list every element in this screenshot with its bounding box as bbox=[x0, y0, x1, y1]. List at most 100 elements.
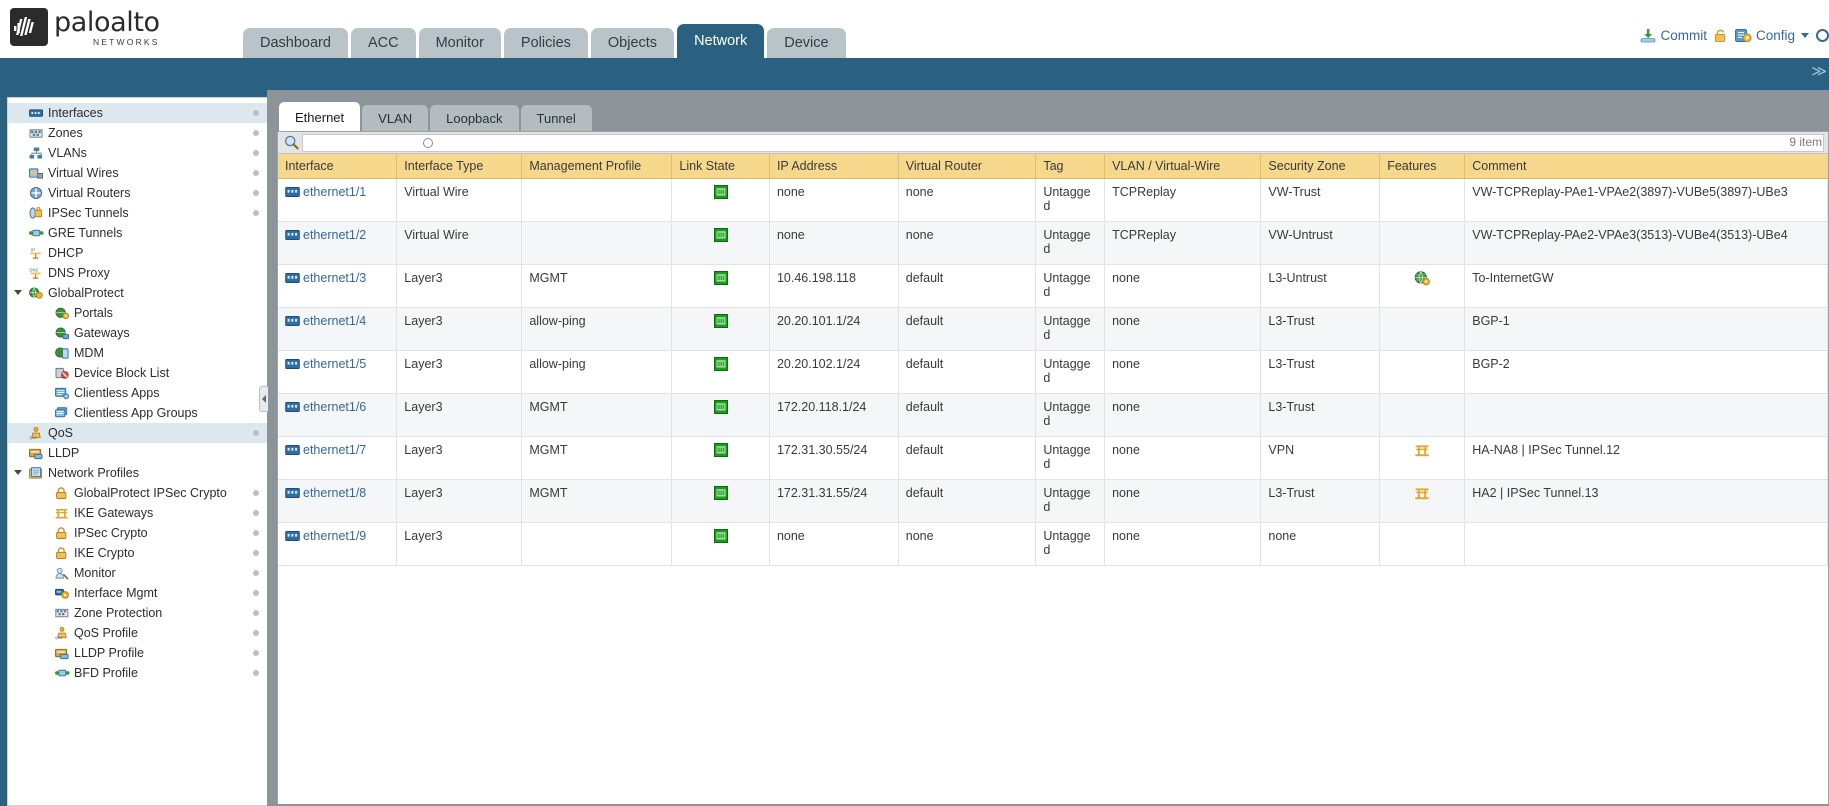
cell-interface[interactable]: ethernet1/2 bbox=[278, 222, 397, 265]
sidebar-item-ike-gateways[interactable]: IKE Gateways bbox=[8, 503, 267, 523]
table-row[interactable]: ethernet1/5Layer3allow-ping20.20.102.1/2… bbox=[278, 351, 1828, 394]
interface-link[interactable]: ethernet1/5 bbox=[303, 357, 366, 371]
sidebar-item-clientless-apps[interactable]: Clientless Apps bbox=[8, 383, 267, 403]
cell-interface[interactable]: ethernet1/7 bbox=[278, 437, 397, 480]
lock-button[interactable] bbox=[1714, 28, 1728, 43]
interface-link[interactable]: ethernet1/2 bbox=[303, 228, 366, 242]
sidebar-item-globalprotect-ipsec-crypto[interactable]: GlobalProtect IPSec Crypto bbox=[8, 483, 267, 503]
tab-tunnel[interactable]: Tunnel bbox=[521, 105, 592, 131]
sidebar-item-lldp-profile[interactable]: LLDP Profile bbox=[8, 643, 267, 663]
interfaces-table-scroll[interactable]: InterfaceInterface TypeManagement Profil… bbox=[278, 154, 1828, 803]
interface-link[interactable]: ethernet1/3 bbox=[303, 271, 366, 285]
column-header-vlan-virtual-wire[interactable]: VLAN / Virtual-Wire bbox=[1105, 154, 1261, 179]
table-row[interactable]: ethernet1/7Layer3MGMT172.31.30.55/24defa… bbox=[278, 437, 1828, 480]
sidebar-item-bfd-profile[interactable]: BFD Profile bbox=[8, 663, 267, 683]
sidebar-item-status-dot bbox=[253, 570, 259, 576]
column-header-comment[interactable]: Comment bbox=[1465, 154, 1828, 179]
search-input[interactable] bbox=[302, 134, 1824, 152]
column-header-management-profile[interactable]: Management Profile bbox=[522, 154, 672, 179]
interface-link[interactable]: ethernet1/1 bbox=[303, 185, 366, 199]
sidebar-item-monitor[interactable]: Monitor bbox=[8, 563, 267, 583]
nav-tab-dashboard[interactable]: Dashboard bbox=[243, 28, 348, 58]
cell-interface[interactable]: ethernet1/9 bbox=[278, 523, 397, 566]
column-header-virtual-router[interactable]: Virtual Router bbox=[898, 154, 1036, 179]
table-row[interactable]: ethernet1/6Layer3MGMT172.20.118.1/24defa… bbox=[278, 394, 1828, 437]
sidebar-item-dhcp[interactable]: IPDHCP bbox=[8, 243, 267, 263]
table-row[interactable]: ethernet1/2Virtual WirenonenoneUntaggedT… bbox=[278, 222, 1828, 265]
cell-security-zone: L3-Trust bbox=[1261, 480, 1380, 523]
table-row[interactable]: ethernet1/3Layer3MGMT10.46.198.118defaul… bbox=[278, 265, 1828, 308]
column-header-features[interactable]: Features bbox=[1380, 154, 1465, 179]
sidebar-item-globalprotect[interactable]: GlobalProtect bbox=[8, 283, 267, 303]
sidebar-item-interfaces[interactable]: Interfaces bbox=[8, 103, 267, 123]
table-row[interactable]: ethernet1/8Layer3MGMT172.31.31.55/24defa… bbox=[278, 480, 1828, 523]
sidebar-item-label: DHCP bbox=[48, 246, 83, 260]
cell-interface[interactable]: ethernet1/1 bbox=[278, 179, 397, 222]
interface-link[interactable]: ethernet1/4 bbox=[303, 314, 366, 328]
tab-vlan[interactable]: VLAN bbox=[362, 105, 428, 131]
sidebar-item-gateways[interactable]: Gateways bbox=[8, 323, 267, 343]
sidebar-item-dns-proxy[interactable]: DNSDNS Proxy bbox=[8, 263, 267, 283]
cell-interface[interactable]: ethernet1/6 bbox=[278, 394, 397, 437]
table-row[interactable]: ethernet1/9Layer3nonenoneUntaggednonenon… bbox=[278, 523, 1828, 566]
tab-loopback[interactable]: Loopback bbox=[430, 105, 518, 131]
interface-link[interactable]: ethernet1/7 bbox=[303, 443, 366, 457]
column-header-interface-type[interactable]: Interface Type bbox=[397, 154, 522, 179]
sidebar-item-zone-protection[interactable]: Zone Protection bbox=[8, 603, 267, 623]
sidebar-item-ipsec-crypto[interactable]: IPSec Crypto bbox=[8, 523, 267, 543]
chevron-down-icon[interactable] bbox=[14, 470, 22, 479]
sidebar-item-lldp[interactable]: LLDP bbox=[8, 443, 267, 463]
config-dropdown[interactable]: Config bbox=[1735, 28, 1809, 43]
table-row[interactable]: ethernet1/1Virtual WirenonenoneUntaggedT… bbox=[278, 179, 1828, 222]
sidebar-item-vlans[interactable]: VLANs bbox=[8, 143, 267, 163]
commit-button[interactable]: Commit bbox=[1640, 28, 1707, 43]
cell-management-profile bbox=[522, 523, 672, 566]
sidebar-item-gre-tunnels[interactable]: GRE Tunnels bbox=[8, 223, 267, 243]
sidebar-item-interface-mgmt[interactable]: Interface Mgmt bbox=[8, 583, 267, 603]
cell-comment bbox=[1465, 394, 1828, 437]
sidebar-item-ike-crypto[interactable]: IKE Crypto bbox=[8, 543, 267, 563]
cell-features bbox=[1380, 179, 1465, 222]
column-header-ip-address[interactable]: IP Address bbox=[769, 154, 898, 179]
column-header-link-state[interactable]: Link State bbox=[672, 154, 770, 179]
sidebar-item-network-profiles[interactable]: Network Profiles bbox=[8, 463, 267, 483]
cell-features bbox=[1380, 480, 1465, 523]
cell-vlan-virtual-wire: TCPReplay bbox=[1105, 222, 1261, 265]
sidebar-item-virtual-wires[interactable]: Virtual Wires bbox=[8, 163, 267, 183]
interface-link[interactable]: ethernet1/6 bbox=[303, 400, 366, 414]
cell-interface[interactable]: ethernet1/3 bbox=[278, 265, 397, 308]
nav-tab-objects[interactable]: Objects bbox=[591, 28, 674, 58]
nav-tab-monitor[interactable]: Monitor bbox=[419, 28, 501, 58]
link-state-up-icon bbox=[714, 529, 728, 543]
sidebar-item-qos-profile[interactable]: QoSQoS Profile bbox=[8, 623, 267, 643]
column-header-interface[interactable]: Interface bbox=[278, 154, 397, 179]
main-nav-tabs[interactable]: DashboardACCMonitorPoliciesObjectsNetwor… bbox=[243, 24, 846, 58]
zone-protection-icon bbox=[54, 606, 70, 620]
column-header-security-zone[interactable]: Security Zone bbox=[1261, 154, 1380, 179]
cell-virtual-router: none bbox=[898, 222, 1036, 265]
nav-tab-network[interactable]: Network bbox=[677, 24, 764, 58]
sidebar-item-clientless-app-groups[interactable]: Clientless App Groups bbox=[8, 403, 267, 423]
sidebar-item-mdm[interactable]: MDM bbox=[8, 343, 267, 363]
nav-tab-acc[interactable]: ACC bbox=[351, 28, 416, 58]
interface-type-tabs[interactable]: EthernetVLANLoopbackTunnel bbox=[277, 102, 1829, 131]
sidebar-item-zones[interactable]: Zones bbox=[8, 123, 267, 143]
chevron-down-icon[interactable] bbox=[14, 290, 22, 299]
cell-interface[interactable]: ethernet1/8 bbox=[278, 480, 397, 523]
sidebar-item-device-block-list[interactable]: Device Block List bbox=[8, 363, 267, 383]
sidebar-item-ipsec-tunnels[interactable]: IPSec Tunnels bbox=[8, 203, 267, 223]
cell-interface[interactable]: ethernet1/5 bbox=[278, 351, 397, 394]
tab-ethernet[interactable]: Ethernet bbox=[279, 102, 360, 131]
sidebar-item-virtual-routers[interactable]: Virtual Routers bbox=[8, 183, 267, 203]
nav-tab-policies[interactable]: Policies bbox=[504, 28, 588, 58]
sidebar-item-qos[interactable]: QoSQoS bbox=[8, 423, 267, 443]
sidebar-item-portals[interactable]: Portals bbox=[8, 303, 267, 323]
header-search-button[interactable] bbox=[1816, 29, 1829, 42]
sidebar-collapse-handle[interactable] bbox=[259, 386, 268, 412]
table-row[interactable]: ethernet1/4Layer3allow-ping20.20.101.1/2… bbox=[278, 308, 1828, 351]
cell-interface[interactable]: ethernet1/4 bbox=[278, 308, 397, 351]
nav-tab-device[interactable]: Device bbox=[767, 28, 845, 58]
column-header-tag[interactable]: Tag bbox=[1036, 154, 1105, 179]
interface-link[interactable]: ethernet1/9 bbox=[303, 529, 366, 543]
interface-link[interactable]: ethernet1/8 bbox=[303, 486, 366, 500]
